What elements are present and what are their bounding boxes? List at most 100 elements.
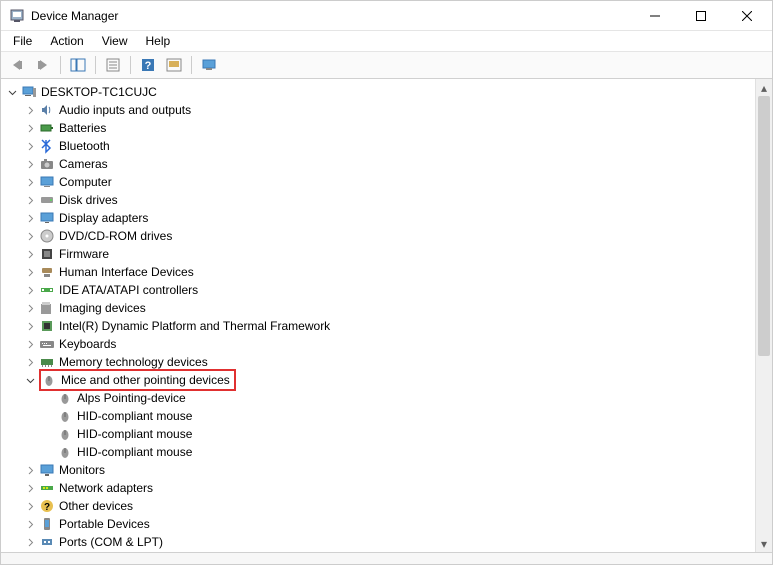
category-node[interactable]: Portable Devices [23, 515, 755, 533]
ide-icon [39, 282, 55, 298]
chevron-down-icon[interactable] [5, 85, 19, 99]
category-label: Imaging devices [59, 299, 146, 317]
chevron-right-icon[interactable] [23, 139, 37, 153]
vertical-scrollbar[interactable]: ▴ ▾ [755, 79, 772, 552]
category-node[interactable]: Firmware [23, 245, 755, 263]
device-node[interactable]: HID-compliant mouse [41, 425, 755, 443]
menu-action[interactable]: Action [42, 32, 91, 50]
expand-placeholder [41, 391, 55, 405]
category-node[interactable]: Mice and other pointing devices [23, 371, 755, 389]
category-node[interactable]: IDE ATA/ATAPI controllers [23, 281, 755, 299]
chevron-right-icon[interactable] [23, 121, 37, 135]
category-node[interactable]: Bluetooth [23, 137, 755, 155]
window-title: Device Manager [31, 9, 632, 23]
category-label: Human Interface Devices [59, 263, 194, 281]
category-node[interactable]: Intel(R) Dynamic Platform and Thermal Fr… [23, 317, 755, 335]
scroll-down-icon[interactable]: ▾ [756, 535, 772, 552]
expand-placeholder [41, 427, 55, 441]
category-node[interactable]: Computer [23, 173, 755, 191]
category-label: Intel(R) Dynamic Platform and Thermal Fr… [59, 317, 330, 335]
chevron-right-icon[interactable] [23, 247, 37, 261]
nav-forward-button[interactable] [31, 54, 55, 76]
category-label: Keyboards [59, 335, 116, 353]
svg-text:?: ? [145, 60, 152, 72]
category-node[interactable]: Audio inputs and outputs [23, 101, 755, 119]
chevron-right-icon[interactable] [23, 175, 37, 189]
help-button[interactable]: ? [136, 54, 160, 76]
toolbar-separator [130, 56, 131, 74]
category-node[interactable]: Disk drives [23, 191, 755, 209]
chevron-right-icon[interactable] [23, 517, 37, 531]
close-button[interactable] [724, 1, 770, 31]
maximize-button[interactable] [678, 1, 724, 31]
firmware-icon [39, 246, 55, 262]
audio-icon [39, 102, 55, 118]
minimize-button[interactable] [632, 1, 678, 31]
category-node[interactable]: Monitors [23, 461, 755, 479]
chevron-right-icon[interactable] [23, 535, 37, 549]
category-node[interactable]: Keyboards [23, 335, 755, 353]
disk-icon [39, 192, 55, 208]
chevron-right-icon[interactable] [23, 229, 37, 243]
mouse-icon [41, 372, 57, 388]
chevron-right-icon[interactable] [23, 265, 37, 279]
show-hide-tree-button[interactable] [66, 54, 90, 76]
category-node[interactable]: DVD/CD-ROM drives [23, 227, 755, 245]
chevron-right-icon[interactable] [23, 481, 37, 495]
category-label: Audio inputs and outputs [59, 101, 191, 119]
category-node[interactable]: Human Interface Devices [23, 263, 755, 281]
mouse-icon [57, 426, 73, 442]
category-node[interactable]: Display adapters [23, 209, 755, 227]
chevron-right-icon[interactable] [23, 193, 37, 207]
device-tree[interactable]: DESKTOP-TC1CUJCAudio inputs and outputsB… [1, 79, 755, 552]
ports-icon [39, 534, 55, 550]
menu-view[interactable]: View [94, 32, 136, 50]
device-node[interactable]: HID-compliant mouse [41, 443, 755, 461]
category-node[interactable]: Imaging devices [23, 299, 755, 317]
chevron-right-icon[interactable] [23, 103, 37, 117]
category-label: Ports (COM & LPT) [59, 533, 163, 551]
chevron-right-icon[interactable] [23, 499, 37, 513]
category-label: DVD/CD-ROM drives [59, 227, 172, 245]
expand-placeholder [41, 445, 55, 459]
network-icon [39, 480, 55, 496]
intel-icon [39, 318, 55, 334]
category-label: Firmware [59, 245, 109, 263]
chevron-right-icon[interactable] [23, 463, 37, 477]
category-node[interactable]: Cameras [23, 155, 755, 173]
device-label: Alps Pointing-device [77, 389, 186, 407]
device-node[interactable]: HID-compliant mouse [41, 407, 755, 425]
menu-help[interactable]: Help [138, 32, 179, 50]
chevron-right-icon[interactable] [23, 211, 37, 225]
scroll-thumb[interactable] [758, 96, 770, 356]
device-label: HID-compliant mouse [77, 443, 192, 461]
category-label: Portable Devices [59, 515, 150, 533]
nav-back-button[interactable] [5, 54, 29, 76]
category-label: Computer [59, 173, 112, 191]
device-node[interactable]: Alps Pointing-device [41, 389, 755, 407]
properties-button[interactable] [101, 54, 125, 76]
menu-file[interactable]: File [5, 32, 40, 50]
chevron-right-icon[interactable] [23, 301, 37, 315]
chevron-down-icon[interactable] [23, 373, 37, 387]
chevron-right-icon[interactable] [23, 283, 37, 297]
scan-hardware-button[interactable] [162, 54, 186, 76]
category-node[interactable]: ?Other devices [23, 497, 755, 515]
chevron-right-icon[interactable] [23, 319, 37, 333]
category-node[interactable]: Network adapters [23, 479, 755, 497]
tree-root[interactable]: DESKTOP-TC1CUJC [5, 83, 755, 101]
category-node[interactable]: Ports (COM & LPT) [23, 533, 755, 551]
mouse-icon [57, 408, 73, 424]
devices-view-button[interactable] [197, 54, 221, 76]
toolbar: ? [1, 51, 772, 79]
scroll-up-icon[interactable]: ▴ [756, 79, 772, 96]
chevron-right-icon[interactable] [23, 355, 37, 369]
chevron-right-icon[interactable] [23, 157, 37, 171]
category-node[interactable]: Batteries [23, 119, 755, 137]
highlighted-category: Mice and other pointing devices [39, 369, 236, 391]
category-label: Cameras [59, 155, 108, 173]
category-label: Disk drives [59, 191, 118, 209]
chevron-right-icon[interactable] [23, 337, 37, 351]
other-icon: ? [39, 498, 55, 514]
toolbar-separator [60, 56, 61, 74]
